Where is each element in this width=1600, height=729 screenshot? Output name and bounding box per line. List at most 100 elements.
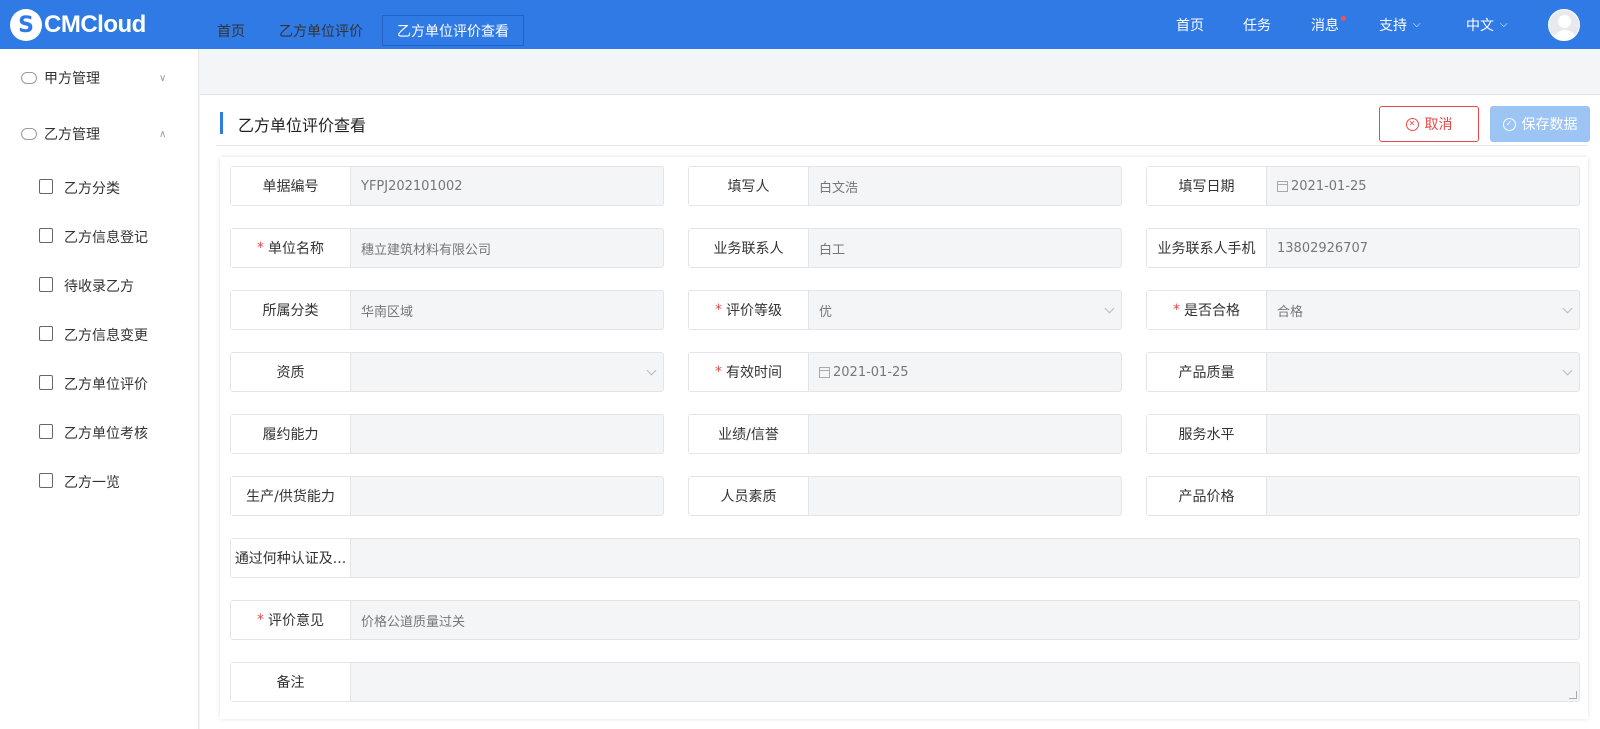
credit-input[interactable] <box>809 415 1121 453</box>
sidebar-item-label: 乙方分类 <box>64 181 120 197</box>
unread-dot-icon <box>1341 16 1346 21</box>
field-label: 备注 <box>231 663 351 701</box>
doc-no-input[interactable]: YFPJ202101002 <box>351 167 663 205</box>
sidebar-item-label: 乙方信息变更 <box>64 328 148 344</box>
contact-phone-input[interactable]: 13802926707 <box>1267 229 1579 267</box>
opinion-input[interactable]: 价格公道质量过关 <box>351 601 1579 639</box>
nav-messages[interactable]: 消息 <box>1311 0 1346 49</box>
divider <box>216 145 1588 146</box>
field-label-text: 有效时间 <box>726 365 782 381</box>
field-valid-time: * 有效时间 2021-01-25 <box>688 352 1122 392</box>
rating-level-select[interactable]: 优 <box>809 291 1121 329</box>
sidebar-item-overview[interactable]: 乙方一览 <box>0 461 199 501</box>
sidebar-group-label: 乙方管理 <box>44 127 100 143</box>
nav-support[interactable]: 支持 ⌵ <box>1379 0 1421 49</box>
tab-bar <box>200 49 1600 95</box>
certification-input[interactable] <box>351 539 1579 577</box>
nav-messages-label: 消息 <box>1311 17 1339 34</box>
price-input[interactable] <box>1267 477 1579 515</box>
calendar-icon <box>1277 180 1288 192</box>
language-selector[interactable]: 中文 ⌵ <box>1466 0 1508 49</box>
qualification-select[interactable] <box>351 353 663 391</box>
field-staff: 人员素质 <box>688 476 1122 516</box>
close-circle-icon: ✕ <box>1405 117 1419 131</box>
field-supply: 生产/供货能力 <box>230 476 664 516</box>
nav-tasks[interactable]: 任务 <box>1243 0 1271 49</box>
required-mark: * <box>715 364 722 380</box>
valid-time-picker[interactable]: 2021-01-25 <box>809 353 1121 391</box>
field-label: 业务联系人 <box>689 229 809 267</box>
field-label: 履约能力 <box>231 415 351 453</box>
performance-input[interactable] <box>351 415 663 453</box>
field-credit: 业绩/信誉 <box>688 414 1122 454</box>
field-label: 资质 <box>231 353 351 391</box>
id-card-icon <box>39 473 53 488</box>
tab-evaluation[interactable]: 乙方单位评价 <box>268 15 374 46</box>
document-edit-icon <box>39 326 53 341</box>
sidebar-item-category[interactable]: 乙方分类 <box>0 167 199 207</box>
field-label-text: 评价意见 <box>268 613 324 629</box>
check-circle-icon: ✓ <box>1502 117 1516 131</box>
required-mark: * <box>1173 302 1180 318</box>
category-input[interactable]: 华南区域 <box>351 291 663 329</box>
filler-input[interactable]: 白文浩 <box>809 167 1121 205</box>
chevron-up-icon: ∧ <box>159 128 167 140</box>
sidebar-item-register[interactable]: 乙方信息登记 <box>0 216 199 256</box>
field-contact: 业务联系人 白工 <box>688 228 1122 268</box>
staff-input[interactable] <box>809 477 1121 515</box>
nav-home[interactable]: 首页 <box>1176 0 1204 49</box>
group-icon <box>21 128 37 140</box>
field-price: 产品价格 <box>1146 476 1580 516</box>
save-button-label: 保存数据 <box>1521 117 1578 133</box>
sidebar-group-party-a[interactable]: 甲方管理 ∨ <box>0 58 199 98</box>
remark-textarea[interactable] <box>351 663 1579 701</box>
fill-date-picker[interactable]: 2021-01-25 <box>1267 167 1579 205</box>
sidebar-item-label: 乙方单位评价 <box>64 377 148 393</box>
unit-name-input[interactable]: 穗立建筑材料有限公司 <box>351 229 663 267</box>
document-clock-icon <box>39 424 53 439</box>
field-label: 填写日期 <box>1147 167 1267 205</box>
rating-level-value: 优 <box>819 304 833 320</box>
sidebar-item-change[interactable]: 乙方信息变更 <box>0 314 199 354</box>
field-opinion: * 评价意见 价格公道质量过关 <box>230 600 1580 640</box>
field-filler: 填写人 白文浩 <box>688 166 1122 206</box>
sidebar-group-party-b[interactable]: 乙方管理 ∧ <box>0 114 199 154</box>
field-category: 所属分类 华南区域 <box>230 290 664 330</box>
field-label: 服务水平 <box>1147 415 1267 453</box>
required-mark: * <box>257 612 264 628</box>
field-label: * 评价等级 <box>689 291 809 329</box>
supply-input[interactable] <box>351 477 663 515</box>
field-remark: 备注 <box>230 662 1580 702</box>
qualified-value: 合格 <box>1277 304 1304 320</box>
avatar[interactable] <box>1548 9 1580 41</box>
document-icon <box>39 228 53 243</box>
sidebar-item-assessment[interactable]: 乙方单位考核 <box>0 412 199 452</box>
field-label: 产品质量 <box>1147 353 1267 391</box>
save-button[interactable]: ✓ 保存数据 <box>1490 106 1590 142</box>
sidebar-item-evaluation[interactable]: 乙方单位评价 <box>0 363 199 403</box>
contact-input[interactable]: 白工 <box>809 229 1121 267</box>
field-service: 服务水平 <box>1146 414 1580 454</box>
field-label: 业务联系人手机 <box>1147 229 1267 267</box>
field-rating-level: * 评价等级 优 <box>688 290 1122 330</box>
cancel-button-label: 取消 <box>1424 117 1453 133</box>
chevron-down-icon <box>1562 365 1573 376</box>
chevron-down-icon: ⌵ <box>1500 19 1508 30</box>
field-certification: 通过何种认证及... <box>230 538 1580 578</box>
product-quality-select[interactable] <box>1267 353 1579 391</box>
chevron-down-icon <box>1104 303 1115 314</box>
field-product-quality: 产品质量 <box>1146 352 1580 392</box>
sidebar-item-pending[interactable]: 待收录乙方 <box>0 265 199 305</box>
service-input[interactable] <box>1267 415 1579 453</box>
qualified-select[interactable]: 合格 <box>1267 291 1579 329</box>
field-unit-name: * 单位名称 穗立建筑材料有限公司 <box>230 228 664 268</box>
sidebar-group-label: 甲方管理 <box>44 71 100 87</box>
cancel-button[interactable]: ✕ 取消 <box>1379 106 1479 142</box>
fill-date-value: 2021-01-25 <box>1291 178 1367 194</box>
logo[interactable]: S CMCloud <box>10 9 146 41</box>
logo-text: CMCloud <box>44 11 146 38</box>
tab-home[interactable]: 首页 <box>206 15 256 46</box>
calendar-icon <box>819 366 830 378</box>
tab-evaluation-view[interactable]: 乙方单位评价查看 <box>382 15 524 46</box>
resize-handle-icon[interactable] <box>1569 691 1577 699</box>
